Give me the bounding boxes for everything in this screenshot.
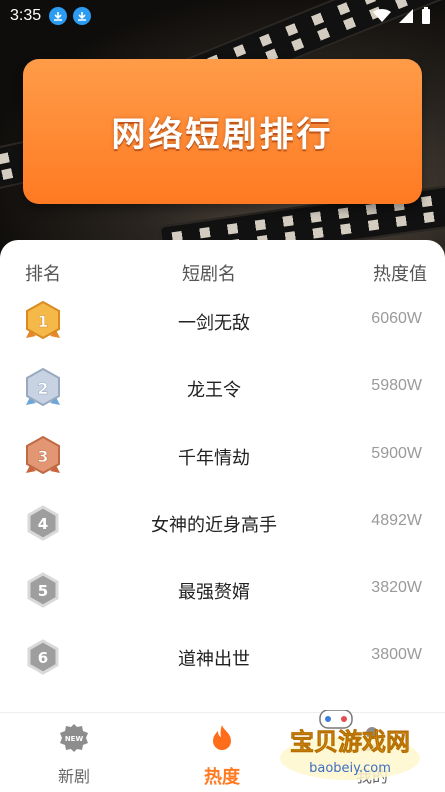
flame-icon — [213, 725, 231, 750]
header-rank: 排名 — [25, 264, 61, 285]
svg-text:NEW: NEW — [65, 735, 84, 743]
table-row[interactable]: 6 道神出世 3800W — [0, 636, 445, 676]
wifi-icon — [373, 9, 391, 22]
svg-text:baobeiy.com: baobeiy.com — [309, 761, 391, 776]
status-time: 3:35 — [10, 7, 42, 24]
table-header: 排名 短剧名 热度值 — [0, 260, 445, 285]
header-name: 短剧名 — [182, 264, 236, 285]
tab-label: 热度 — [204, 767, 240, 788]
table-row[interactable]: 4 女神的近身高手 4892W — [0, 502, 445, 542]
drama-name: 最强赘婿 — [178, 582, 250, 603]
watermark-logo: 宝贝游戏网 baobeiy.com — [265, 709, 435, 785]
table-row[interactable]: 2 龙王令 5980W — [0, 367, 445, 407]
ranking-list: 排名 短剧名 热度值 1 一剑无敌 6060W 2 龙王令 5980W 3 千年… — [0, 240, 445, 712]
drama-name: 龙王令 — [187, 380, 241, 401]
tab-label: 新剧 — [57, 767, 90, 786]
tab-heat[interactable]: 热度 — [172, 723, 272, 789]
drama-name: 千年情劫 — [178, 448, 250, 469]
table-row[interactable]: 5 最强赘婿 3820W — [0, 569, 445, 609]
battery-icon — [422, 7, 430, 24]
heat-value: 4892W — [371, 512, 422, 529]
heat-value: 5980W — [371, 377, 422, 394]
heat-value: 5900W — [371, 445, 422, 462]
heat-value: 6060W — [371, 310, 422, 327]
table-row[interactable]: 1 一剑无敌 6060W — [0, 300, 445, 340]
header-heat: 热度值 — [373, 264, 427, 285]
svg-text:宝贝游戏网: 宝贝游戏网 — [290, 728, 410, 756]
drama-name: 一剑无敌 — [178, 313, 250, 334]
download-icon — [73, 7, 92, 25]
signal-icon — [399, 9, 413, 23]
title-banner: 网络短剧排行 — [23, 59, 422, 204]
drama-name: 女神的近身高手 — [151, 515, 277, 536]
banner-title: 网络短剧排行 — [111, 115, 334, 155]
new-badge-icon: NEW — [60, 724, 88, 752]
tab-new[interactable]: NEW 新剧 — [24, 723, 124, 787]
download-icon — [49, 7, 68, 25]
heat-value: 3820W — [371, 579, 422, 596]
drama-name: 道神出世 — [178, 649, 250, 670]
table-row[interactable]: 3 千年情劫 5900W — [0, 435, 445, 475]
status-bar: 3:35 — [0, 0, 445, 32]
heat-value: 3800W — [371, 646, 422, 663]
